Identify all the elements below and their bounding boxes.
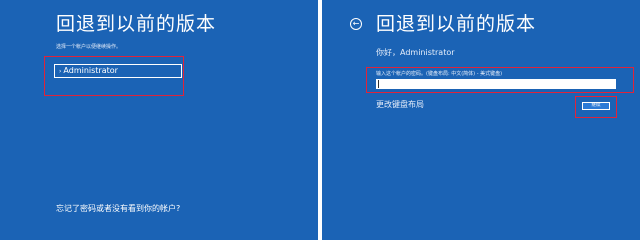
account-item-administrator[interactable]: › Administrator xyxy=(54,64,182,78)
right-panel: ← 回退到以前的版本 你好，Administrator 输入这个帐户的密码。(键… xyxy=(322,0,640,240)
account-instruction: 选择一个帐户以便继续操作。 xyxy=(56,44,122,50)
continue-button[interactable]: 继续 xyxy=(582,102,610,110)
page-title: 回退到以前的版本 xyxy=(56,13,217,35)
greeting-text: 你好，Administrator xyxy=(376,48,455,57)
password-label: 输入这个帐户的密码。(键盘布局: 中文(简体) - 美式键盘) xyxy=(376,71,503,77)
forgot-password-link[interactable]: 忘记了密码或者没有看到你的帐户? xyxy=(56,204,180,214)
left-panel: 回退到以前的版本 选择一个帐户以便继续操作。 › Administrator 忘记… xyxy=(0,0,318,240)
back-arrow-icon[interactable]: ← xyxy=(350,18,362,30)
text-caret xyxy=(378,80,379,88)
page-title-right: 回退到以前的版本 xyxy=(376,13,537,35)
account-name: Administrator xyxy=(63,66,118,75)
password-field[interactable] xyxy=(376,79,616,89)
chevron-right-icon: › xyxy=(59,68,62,75)
change-keyboard-layout-link[interactable]: 更改键盘布局 xyxy=(376,100,424,110)
